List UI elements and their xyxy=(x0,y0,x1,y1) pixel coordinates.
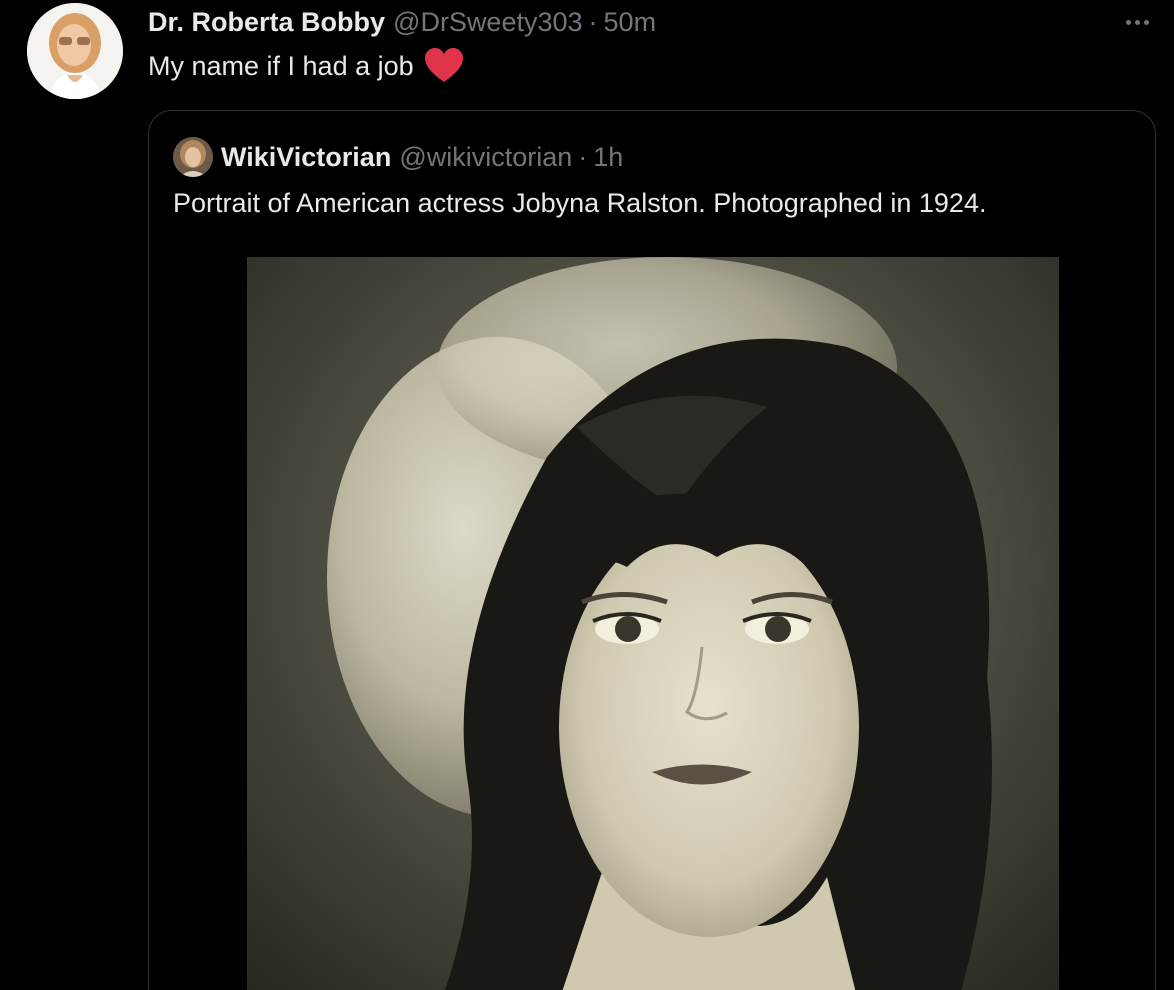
portrait-photo[interactable] xyxy=(247,257,1059,990)
author-handle[interactable]: @DrSweety303 xyxy=(393,4,583,40)
more-dot xyxy=(1134,19,1140,25)
quoted-tweet-header: WikiVictorian @wikivictorian · 1h xyxy=(173,137,623,177)
heart-emoji-icon xyxy=(424,48,464,84)
author-avatar[interactable] xyxy=(27,3,123,99)
author-name[interactable]: Dr. Roberta Bobby xyxy=(148,4,385,40)
tweet[interactable]: Dr. Roberta Bobby @DrSweety303 · 50m My … xyxy=(0,0,1174,990)
separator-dot: · xyxy=(578,141,588,172)
quoted-author-handle[interactable]: @wikivictorian xyxy=(399,142,572,173)
quoted-tweet[interactable]: WikiVictorian @wikivictorian · 1h Portra… xyxy=(148,110,1156,990)
quoted-tweet-text: Portrait of American actress Jobyna Rals… xyxy=(173,188,987,218)
more-dot xyxy=(1143,19,1149,25)
tweet-text-content: My name if I had a job xyxy=(148,51,414,81)
tweet-text: My name if I had a job xyxy=(148,48,464,84)
quoted-author-avatar[interactable] xyxy=(173,137,213,177)
separator-dot: · xyxy=(588,7,598,37)
quoted-tweet-timestamp[interactable]: 1h xyxy=(593,142,623,173)
quoted-author-name[interactable]: WikiVictorian xyxy=(221,142,391,173)
more-options-icon[interactable] xyxy=(1120,8,1154,36)
more-dot xyxy=(1125,19,1131,25)
tweet-timestamp[interactable]: 50m xyxy=(604,4,657,40)
tweet-header: Dr. Roberta Bobby @DrSweety303 · 50m xyxy=(148,4,656,40)
